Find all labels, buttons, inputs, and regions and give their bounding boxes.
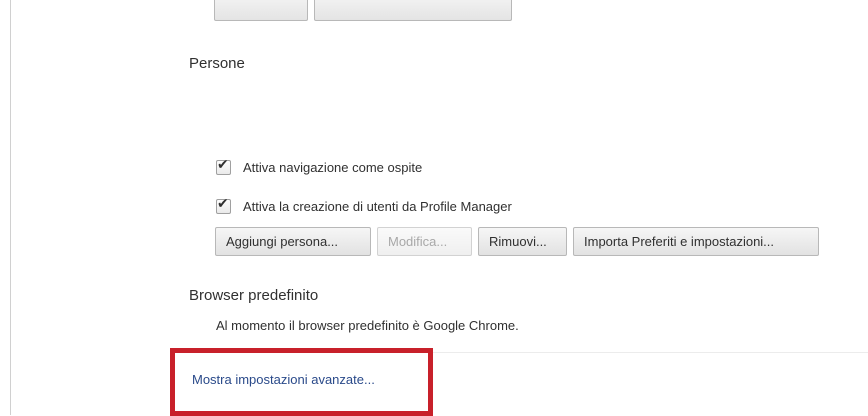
- guest-browsing-checkbox-row[interactable]: ✔ Attiva navigazione come ospite: [216, 156, 423, 175]
- default-browser-section-title: Browser predefinito: [189, 287, 319, 304]
- profile-manager-checkbox-row[interactable]: ✔ Attiva la creazione di utenti da Profi…: [216, 195, 512, 214]
- highlight-annotation-box: [170, 348, 433, 416]
- guest-browsing-label: Attiva navigazione come ospite: [243, 160, 423, 175]
- profile-manager-checkbox[interactable]: ✔: [216, 195, 231, 214]
- people-section-title: Persone: [189, 55, 245, 72]
- checkmark-icon: ✔: [217, 195, 229, 211]
- edit-person-button[interactable]: Modifica...: [377, 227, 472, 256]
- guest-browsing-checkbox[interactable]: ✔: [216, 156, 231, 175]
- default-browser-status: Al momento il browser predefinito è Goog…: [216, 318, 519, 333]
- checkmark-icon: ✔: [217, 156, 229, 172]
- window-left-border: [10, 0, 11, 415]
- remove-person-button[interactable]: Rimuovi...: [478, 227, 567, 256]
- add-person-button[interactable]: Aggiungi persona...: [215, 227, 371, 256]
- import-bookmarks-button[interactable]: Importa Preferiti e impostazioni...: [573, 227, 819, 256]
- cut-off-button-1[interactable]: [214, 0, 308, 21]
- people-buttons: Aggiungi persona... Modifica... Rimuovi.…: [215, 227, 819, 256]
- profile-manager-label: Attiva la creazione di utenti da Profile…: [243, 199, 512, 214]
- cut-off-button-2[interactable]: [314, 0, 512, 21]
- partially-visible-buttons: [214, 0, 512, 21]
